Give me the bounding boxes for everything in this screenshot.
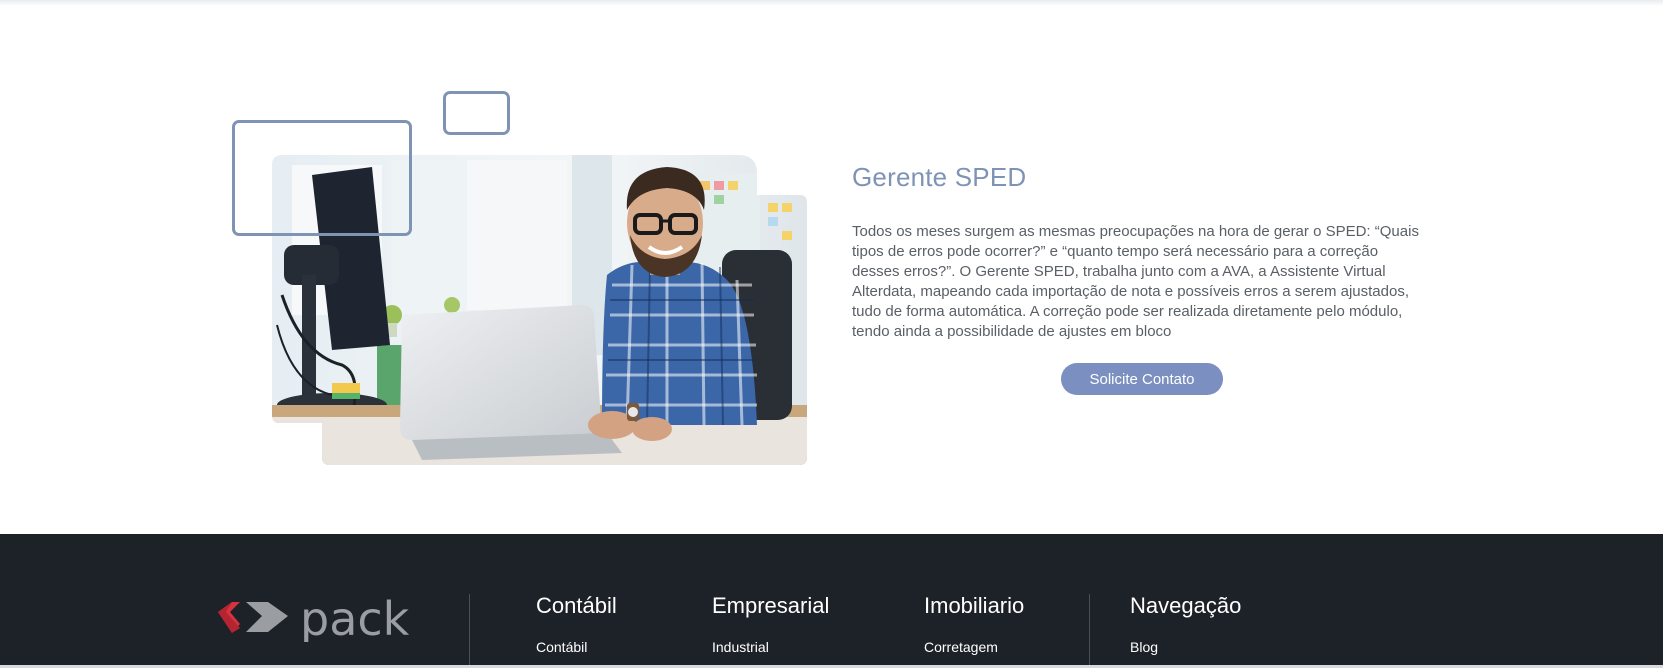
- section-title: Gerente SPED: [852, 162, 1027, 192]
- footer-link-corretagem[interactable]: Corretagem: [924, 639, 998, 655]
- decorative-frame-large: [232, 120, 412, 236]
- footer-column-title-imobiliario: Imobiliario: [924, 593, 1025, 618]
- decorative-frame-small: [443, 91, 510, 135]
- section-description: Todos os meses surgem as mesmas preocupa…: [852, 223, 1419, 340]
- footer-link-industrial[interactable]: Industrial: [712, 639, 769, 655]
- header-shadow: [0, 0, 1663, 6]
- footer-column-title-empresarial: Empresarial: [712, 593, 830, 618]
- footer-divider: [1089, 594, 1090, 668]
- page: Gerente SPED Todos os meses surgem as me…: [0, 0, 1663, 668]
- footer-link-contabil[interactable]: Contábil: [536, 639, 587, 655]
- footer-link-blog[interactable]: Blog: [1130, 639, 1158, 655]
- footer-divider: [469, 594, 470, 668]
- pack-logo-text: pack: [300, 592, 410, 642]
- pack-logo[interactable]: pack: [218, 592, 428, 647]
- footer-column-title-contabil: Contábil: [536, 593, 617, 618]
- footer-column-title-navegacao: Navegação: [1130, 593, 1242, 618]
- request-contact-button[interactable]: Solicite Contato: [1061, 363, 1223, 395]
- pack-logo-icon: pack: [218, 592, 410, 646]
